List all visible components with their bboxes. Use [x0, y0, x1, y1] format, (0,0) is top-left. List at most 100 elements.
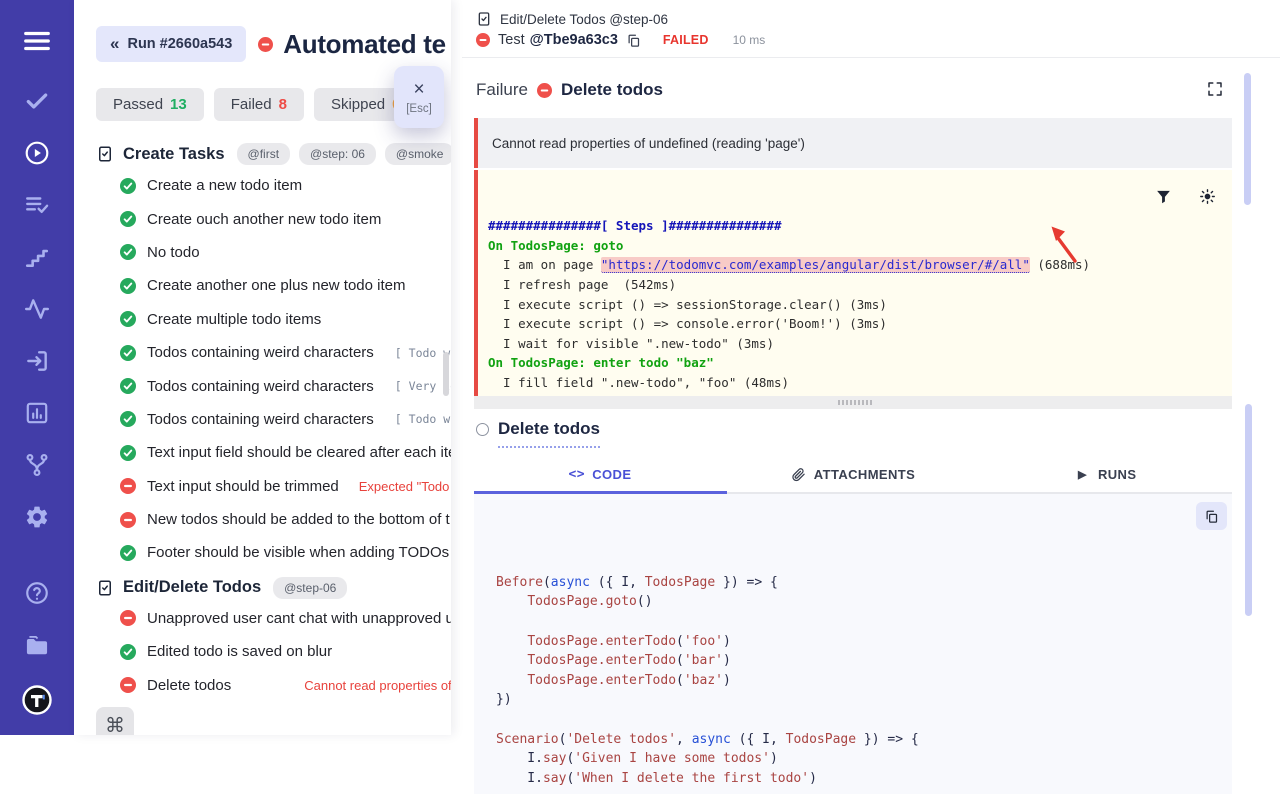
test-row[interactable]: No todo [96, 236, 451, 269]
test-row[interactable]: Text input should be trimmedExpected "To… [96, 470, 451, 503]
step-section: On TodosPage: goto [488, 236, 1232, 256]
badge-count: 8 [279, 96, 287, 113]
test-row[interactable]: Text input field should be cleared after… [96, 436, 451, 469]
scenarios-icon[interactable] [24, 192, 50, 218]
step-url-link[interactable]: "https://todomvc.com/examples/angular/di… [601, 257, 1030, 273]
suite-header[interactable]: Edit/Delete Todos @step-06 [96, 574, 451, 602]
fullscreen-icon[interactable] [1206, 80, 1224, 98]
help-icon[interactable] [24, 580, 50, 606]
filter-icon[interactable] [1155, 188, 1172, 205]
close-icon: × [413, 80, 424, 99]
activity-icon[interactable] [24, 296, 50, 322]
test-row[interactable]: New todos should be added to the bottom … [96, 503, 451, 536]
copy-test-id-icon[interactable] [626, 33, 641, 48]
close-panel-button[interactable]: × [Esc] [394, 66, 444, 128]
passed-icon [120, 378, 136, 394]
run-icon[interactable] [24, 140, 50, 166]
tag-pill[interactable]: @step-06 [273, 577, 347, 599]
tab-runs[interactable]: ▶RUNS [979, 456, 1232, 492]
left-panel-scrollbar[interactable] [443, 352, 449, 396]
test-row[interactable]: Todos containing weird characters[ Todo … [96, 403, 451, 436]
detail-header: Edit/Delete Todos @step-06 Test @Tbe9a63… [462, 0, 1280, 58]
tag-pill[interactable]: @smoke [385, 143, 451, 165]
step-line: I wait for visible ".new-todo" (3ms) [488, 334, 1232, 354]
failed-icon [120, 610, 136, 626]
step-line: I execute script () => sessionStorage.cl… [488, 295, 1232, 315]
failure-label: Failure [476, 80, 528, 100]
settings-icon[interactable] [24, 504, 50, 530]
code-line [496, 710, 1232, 730]
test-row[interactable]: Create multiple todo items [96, 303, 451, 336]
signin-icon[interactable] [24, 348, 50, 374]
test-error-preview: Cannot read properties of u [304, 678, 451, 693]
test-data-annotation: [ Todo with [395, 412, 451, 426]
badge-failed[interactable]: Failed8 [214, 88, 304, 121]
test-label: Test [498, 32, 525, 48]
test-row[interactable]: Todos containing weird characters[ Very … [96, 369, 451, 402]
steps-icon[interactable] [24, 244, 50, 270]
suite-title: Edit/Delete Todos [123, 578, 261, 597]
test-row[interactable]: Delete todosCannot read properties of u [96, 668, 451, 701]
failed-icon [120, 512, 136, 528]
circle-bullet-icon [476, 423, 489, 436]
test-row[interactable]: Create another one plus new todo item [96, 269, 451, 302]
test-title: Create a new todo item [147, 177, 302, 194]
code-line: Before(async ({ I, TodosPage }) => { [496, 573, 1232, 593]
run-results-panel: « Run #2660a543 Automated te Passed13Fai… [74, 0, 451, 735]
copy-icon [1204, 509, 1219, 524]
logo-icon[interactable] [21, 684, 53, 716]
passed-icon [120, 445, 136, 461]
code-line: TodosPage.goto() [496, 592, 1232, 612]
menu-icon[interactable] [22, 26, 52, 56]
test-title: Edited todo is saved on blur [147, 643, 332, 660]
tag-pill[interactable]: @first [237, 143, 291, 165]
sidebar [0, 0, 74, 735]
failed-icon [120, 478, 136, 494]
copy-code-button[interactable] [1196, 502, 1227, 530]
tests-icon[interactable] [24, 88, 50, 114]
detail-tabs: <>CODE ATTACHMENTS ▶RUNS [474, 456, 1232, 494]
test-error-preview: Expected "Todo wi [359, 479, 451, 494]
passed-icon [120, 545, 136, 561]
projects-icon[interactable] [24, 632, 50, 658]
test-list: Create Tasks@first@step: 06@smoke@stoCre… [74, 121, 451, 702]
test-title: Todos containing weird characters [147, 344, 374, 361]
error-message-box: Cannot read properties of undefined (rea… [474, 118, 1232, 168]
branches-icon[interactable] [24, 452, 50, 478]
panel-resize-handle[interactable] [474, 396, 1232, 409]
scenario-heading: Delete todos [476, 419, 1280, 448]
run-back-button[interactable]: « Run #2660a543 [96, 26, 246, 62]
step-section: On TodosPage: enter todo "baz" [488, 353, 1232, 373]
passed-icon [120, 311, 136, 327]
suite-header[interactable]: Create Tasks@first@step: 06@smoke@sto [96, 139, 451, 169]
passed-icon [120, 644, 136, 660]
test-title: Unapproved user cant chat with unapprove… [147, 610, 451, 627]
breadcrumb[interactable]: Edit/Delete Todos @step-06 [476, 8, 1280, 30]
tab-label: RUNS [1098, 467, 1136, 482]
passed-icon [120, 345, 136, 361]
test-row[interactable]: Footer should be visible when adding TOD… [96, 536, 451, 569]
brightness-icon[interactable] [1199, 188, 1216, 205]
test-row[interactable]: Edited todo is saved on blur [96, 635, 451, 668]
failure-scrollbar[interactable] [1244, 73, 1251, 205]
code-line: Scenario('Delete todos', async ({ I, Tod… [496, 730, 1232, 750]
test-title: Create ouch another new todo item [147, 211, 381, 228]
tab-code[interactable]: <>CODE [474, 456, 727, 492]
tag-pill[interactable]: @step: 06 [299, 143, 376, 165]
badge-passed[interactable]: Passed13 [96, 88, 204, 121]
suite-file-check-icon [476, 11, 492, 27]
test-row[interactable]: Create a new todo item [96, 169, 451, 202]
scenario-title[interactable]: Delete todos [498, 419, 600, 448]
grip-icon [838, 400, 874, 405]
code-line [496, 612, 1232, 632]
step-line: I fill field ".new-todo", "foo" (48ms) [488, 373, 1232, 393]
reports-icon[interactable] [24, 400, 50, 426]
keyboard-shortcuts-button[interactable]: ⌘ [96, 707, 134, 735]
test-row[interactable]: Todos containing weird characters[ Todo … [96, 336, 451, 369]
test-row[interactable]: Unapproved user cant chat with unapprove… [96, 602, 451, 635]
tab-label: ATTACHMENTS [814, 467, 915, 482]
tab-attachments[interactable]: ATTACHMENTS [727, 456, 980, 492]
test-row[interactable]: Create ouch another new todo item [96, 202, 451, 235]
detail-scrollbar[interactable] [1245, 404, 1252, 616]
passed-icon [120, 278, 136, 294]
